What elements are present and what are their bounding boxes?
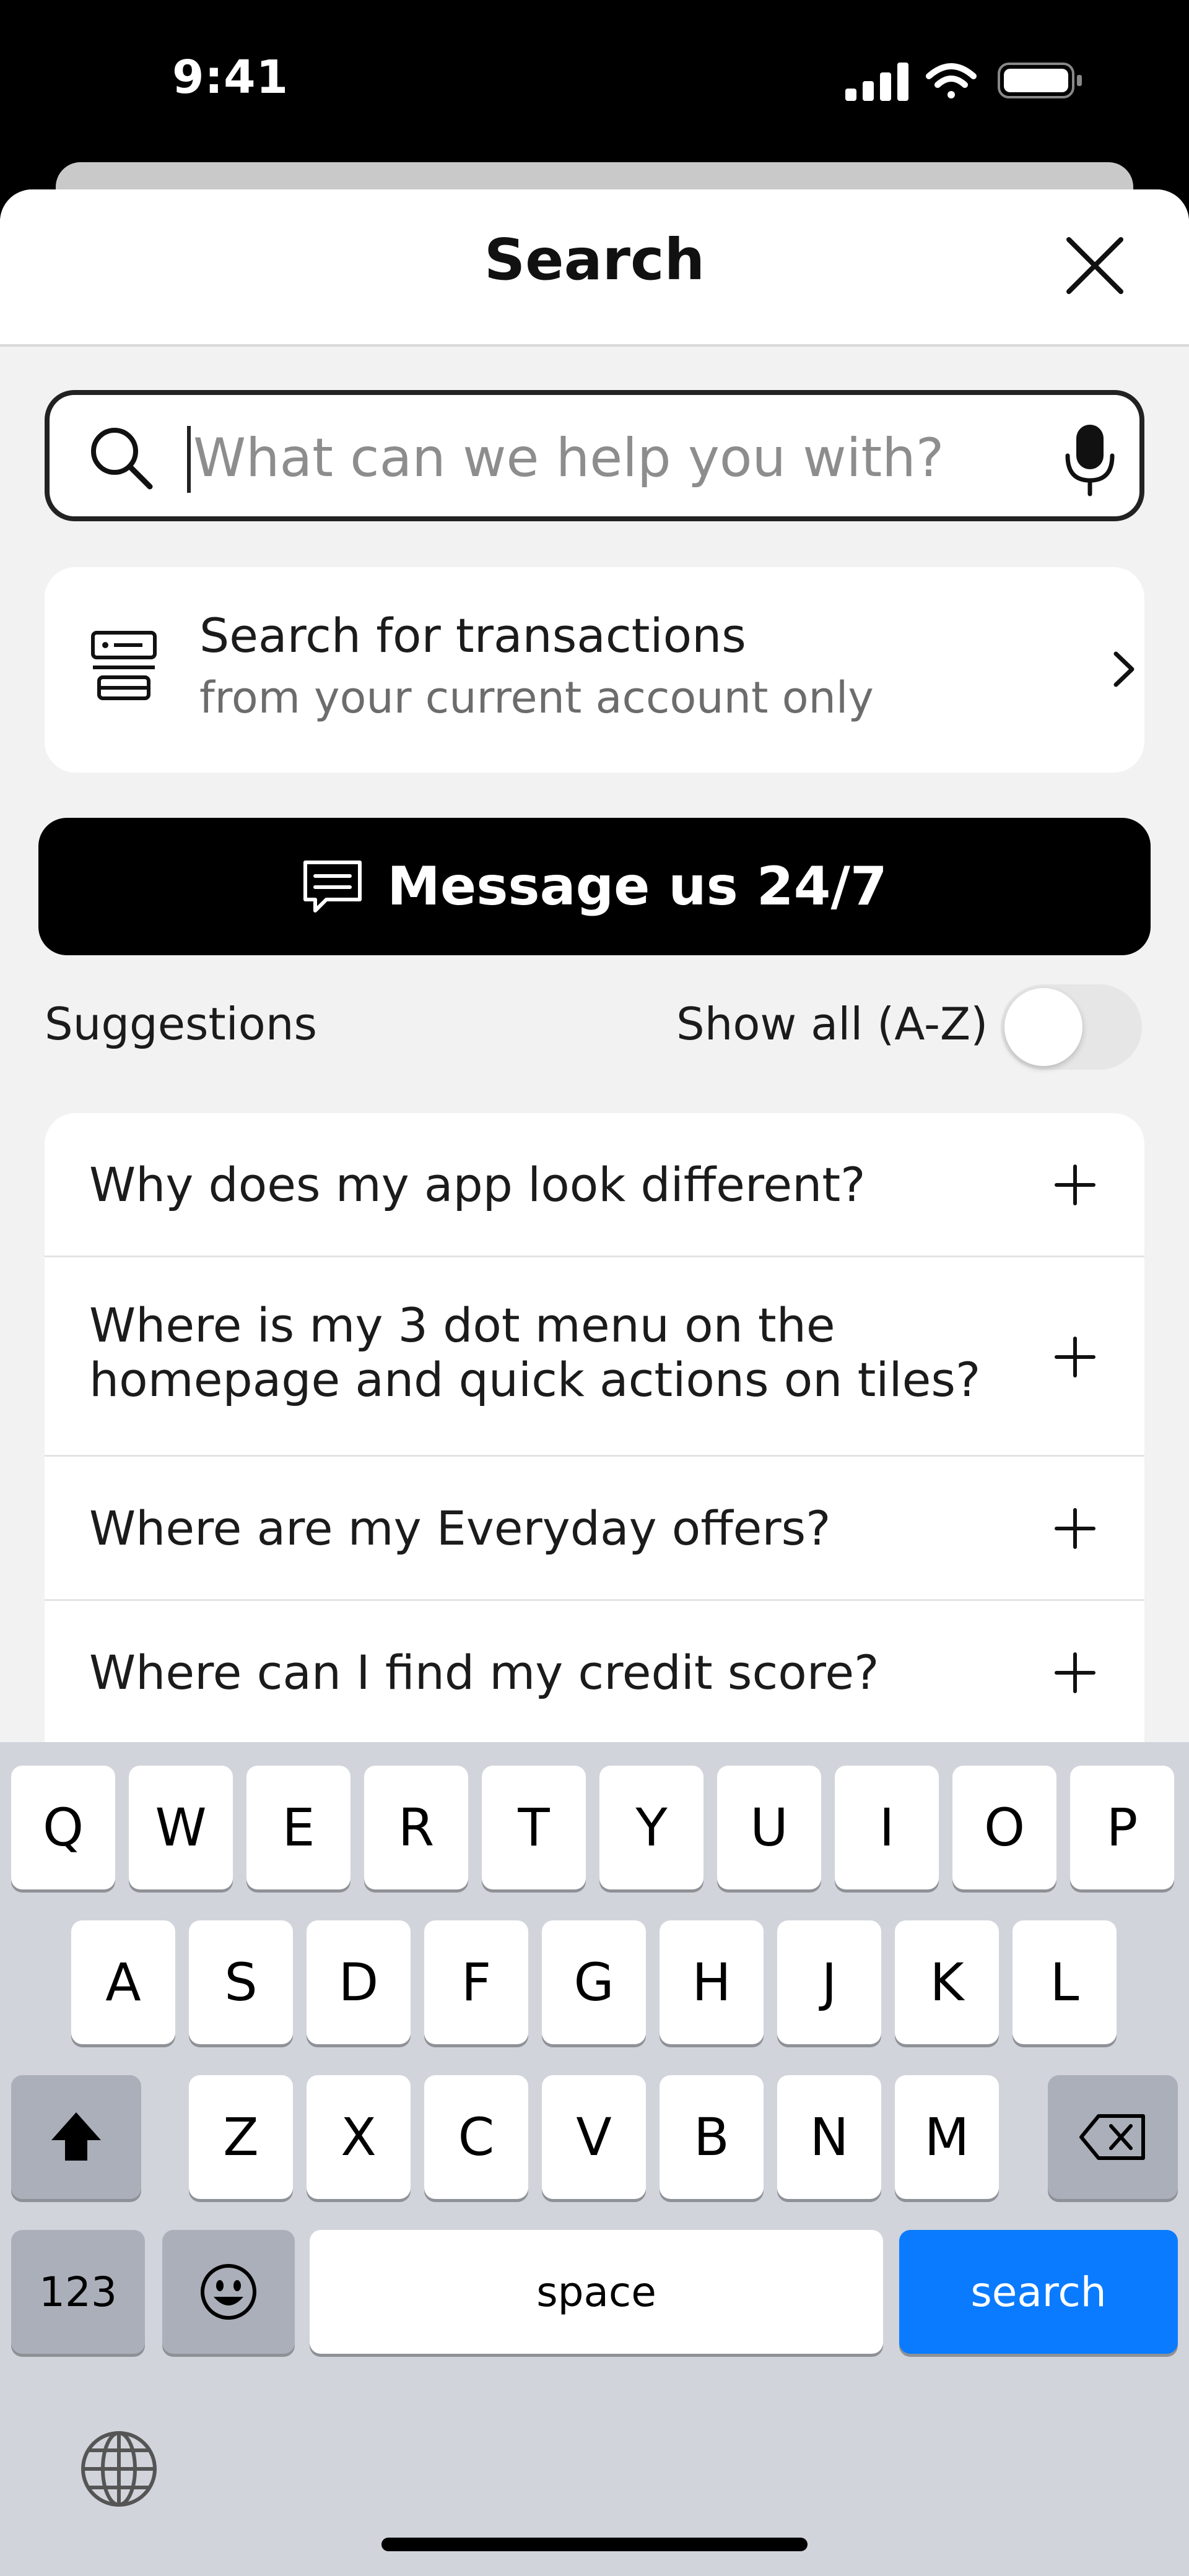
search-key[interactable]: search [899, 2230, 1178, 2354]
shift-key[interactable] [11, 2075, 141, 2199]
home-indicator [381, 2538, 808, 2551]
key-e[interactable]: E [246, 1766, 351, 1889]
key-r[interactable]: R [364, 1766, 468, 1889]
message-us-button[interactable]: Message us 24/7 [38, 818, 1151, 955]
backspace-key[interactable] [1048, 2075, 1178, 2199]
key-q[interactable]: Q [11, 1766, 115, 1889]
shift-icon [51, 2112, 101, 2161]
key-y[interactable]: Y [599, 1766, 703, 1889]
microphone-icon[interactable] [1061, 422, 1118, 497]
faq-question: Where can I find my credit score? [89, 1645, 879, 1700]
key-t[interactable]: T [482, 1766, 586, 1889]
page-title: Search [484, 227, 705, 293]
globe-icon[interactable] [76, 2426, 162, 2512]
transactions-subtitle: from your current account only [199, 672, 874, 723]
plus-icon [1055, 1508, 1095, 1549]
show-all-label: Show all (A-Z) [676, 998, 988, 1050]
close-icon [1066, 236, 1123, 294]
sheet-header: Search [0, 189, 1189, 347]
key-z[interactable]: Z [189, 2075, 293, 2199]
faq-question-line2: homepage and quick actions on tiles? [89, 1352, 981, 1407]
key-m[interactable]: M [895, 2075, 999, 2199]
key-h[interactable]: H [660, 1920, 764, 2044]
plus-icon [1055, 1337, 1095, 1377]
key-b[interactable]: B [660, 2075, 764, 2199]
key-l[interactable]: L [1013, 1920, 1117, 2044]
faq-item[interactable]: Where can I find my credit score? [45, 1601, 1144, 1750]
key-j[interactable]: J [777, 1920, 881, 2044]
plus-icon [1055, 1164, 1095, 1205]
chevron-right-icon [1113, 651, 1135, 687]
message-us-label: Message us 24/7 [387, 856, 887, 917]
key-n[interactable]: N [777, 2075, 881, 2199]
status-bar: 9:41 [0, 0, 1189, 164]
key-i[interactable]: I [835, 1766, 939, 1889]
key-o[interactable]: O [952, 1766, 1056, 1889]
search-placeholder: What can we help you with? [193, 427, 944, 489]
key-u[interactable]: U [717, 1766, 821, 1889]
faq-item[interactable]: Where is my 3 dot menu on the homepage a… [45, 1257, 1144, 1457]
emoji-key[interactable] [162, 2230, 295, 2354]
emoji-icon [201, 2264, 256, 2320]
faq-question: Where is my 3 dot menu on the [89, 1298, 835, 1353]
search-input[interactable]: What can we help you with? [45, 390, 1144, 521]
faq-item[interactable]: Why does my app look different? [45, 1113, 1144, 1257]
suggestions-label: Suggestions [45, 998, 317, 1050]
key-d[interactable]: D [307, 1920, 411, 2044]
numbers-key[interactable]: 123 [11, 2230, 145, 2354]
faq-question: Where are my Everyday offers? [89, 1501, 831, 1556]
key-w[interactable]: W [129, 1766, 233, 1889]
key-a[interactable]: A [71, 1920, 175, 2044]
search-icon [91, 428, 153, 490]
key-f[interactable]: F [424, 1920, 528, 2044]
backspace-icon [1079, 2114, 1145, 2160]
space-key[interactable]: space [310, 2230, 883, 2354]
status-icons [845, 63, 1082, 101]
key-p[interactable]: P [1070, 1766, 1174, 1889]
show-all-toggle[interactable] [1001, 984, 1142, 1070]
key-x[interactable]: X [307, 2075, 411, 2199]
faq-list: Why does my app look different? Where is… [45, 1113, 1144, 1794]
key-k[interactable]: K [895, 1920, 999, 2044]
key-g[interactable]: G [542, 1920, 646, 2044]
close-button[interactable] [1056, 227, 1133, 304]
transactions-icon [91, 631, 157, 700]
faq-item[interactable]: Where are my Everyday offers? [45, 1457, 1144, 1601]
transactions-title: Search for transactions [199, 608, 746, 663]
key-s[interactable]: S [189, 1920, 293, 2044]
text-cursor [187, 426, 191, 493]
search-transactions-card[interactable]: Search for transactions from your curren… [45, 567, 1144, 773]
faq-question: Why does my app look different? [89, 1157, 866, 1212]
plus-icon [1055, 1652, 1095, 1693]
wifi-icon [926, 63, 977, 98]
toggle-knob [1004, 988, 1082, 1066]
chat-icon [303, 861, 362, 913]
battery-icon [998, 63, 1082, 98]
key-v[interactable]: V [542, 2075, 646, 2199]
key-c[interactable]: C [424, 2075, 528, 2199]
cellular-signal-icon [845, 63, 908, 101]
status-time: 9:41 [172, 51, 289, 104]
